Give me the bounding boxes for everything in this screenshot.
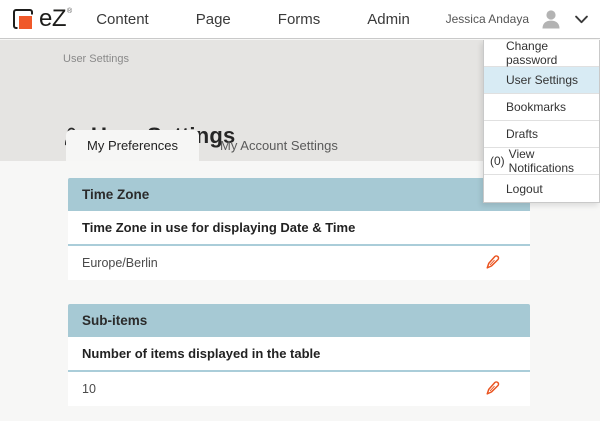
section-header-sub-items: Sub-items	[68, 304, 530, 337]
sub-items-field-label: Number of items displayed in the table	[68, 337, 530, 372]
tab-bar: My Preferences My Account Settings	[66, 130, 359, 161]
edit-time-zone-button[interactable]	[485, 253, 500, 273]
main-nav: Content Page Forms Admin	[96, 11, 410, 28]
menu-item-bookmarks[interactable]: Bookmarks	[484, 94, 599, 121]
edit-sub-items-button[interactable]	[485, 379, 500, 399]
menu-item-logout[interactable]: Logout	[484, 175, 599, 202]
nav-item-forms[interactable]: Forms	[278, 11, 321, 28]
user-name: Jessica Andaya	[446, 12, 529, 26]
menu-item-view-notifications[interactable]: (0) View Notifications	[484, 148, 599, 175]
time-zone-value: Europe/Berlin	[82, 256, 158, 270]
time-zone-field-label: Time Zone in use for displaying Date & T…	[68, 211, 530, 246]
menu-item-change-password[interactable]: Change password	[484, 40, 599, 67]
nav-item-admin[interactable]: Admin	[367, 11, 410, 28]
breadcrumb: User Settings	[63, 53, 129, 65]
sub-items-value-row: 10	[68, 372, 530, 406]
menu-item-view-notifications-label: View Notifications	[509, 147, 599, 175]
ez-logo-orange-square	[19, 16, 32, 29]
chevron-down-icon[interactable]	[575, 15, 588, 24]
nav-item-content[interactable]: Content	[96, 11, 149, 28]
section-header-time-zone: Time Zone	[68, 178, 530, 211]
avatar-silhouette-icon	[539, 7, 563, 31]
tab-my-account-settings[interactable]: My Account Settings	[199, 130, 359, 161]
menu-item-user-settings[interactable]: User Settings	[484, 67, 599, 94]
menu-item-drafts[interactable]: Drafts	[484, 121, 599, 148]
user-dropdown-menu: Change password User Settings Bookmarks …	[483, 40, 600, 203]
sub-items-section: Sub-items Number of items displayed in t…	[68, 304, 530, 406]
edit-pencil-icon	[485, 253, 500, 273]
sub-items-value: 10	[82, 382, 96, 396]
ez-logo-icon	[13, 9, 35, 31]
screen: eZ ® Content Page Forms Admin Jessica An…	[0, 0, 600, 421]
user-menu-trigger[interactable]: Jessica Andaya	[446, 7, 588, 31]
ez-logo[interactable]: eZ ®	[13, 7, 72, 31]
tab-my-preferences[interactable]: My Preferences	[66, 130, 199, 161]
edit-pencil-icon	[485, 379, 500, 399]
notification-count: (0)	[490, 154, 505, 168]
time-zone-section: Time Zone Time Zone in use for displayin…	[68, 178, 530, 280]
ez-logo-registered-mark: ®	[67, 8, 72, 15]
time-zone-value-row: Europe/Berlin	[68, 246, 530, 280]
top-navigation-bar: eZ ® Content Page Forms Admin Jessica An…	[0, 0, 600, 39]
nav-item-page[interactable]: Page	[196, 11, 231, 28]
ez-logo-text: eZ	[39, 7, 66, 31]
